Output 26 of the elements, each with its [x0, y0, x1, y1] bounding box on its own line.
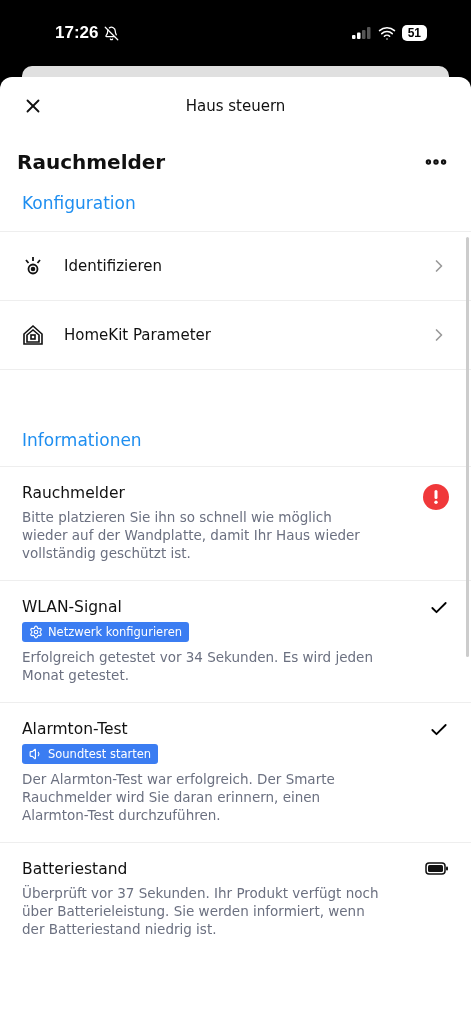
- bell-muted-icon: [104, 25, 120, 41]
- info-text: Der Alarmton-Test war erfolgreich. Der Smarte Rauchmelder wird Sie daran erinnern, einen Alarmton-Test durchzuführen.: [22, 770, 336, 824]
- info-title: WLAN-Signal: [22, 598, 123, 616]
- info-title: Rauchmelder: [22, 484, 126, 502]
- signal-icon: [351, 27, 372, 39]
- info-title: Batteriestand: [22, 860, 129, 878]
- info-title: Alarmton-Test: [22, 720, 129, 738]
- action-button[interactable]: Soundtest starten: [22, 744, 159, 764]
- section-heading: Informationen: [21, 429, 143, 452]
- config-label: Identifizieren: [64, 257, 164, 275]
- device-title: Rauchmelder: [17, 150, 166, 174]
- battery-level: 51: [401, 25, 427, 41]
- wifi-icon: [377, 24, 396, 42]
- section-heading: Konfiguration: [21, 192, 137, 215]
- battery-icon: [425, 862, 449, 875]
- info-text: Bitte platzieren Sie ihn so schnell wie möglich wieder auf der Wandplatte, damit Ihr Haus wieder vollständig geschützt ist.: [22, 508, 361, 562]
- info-text: Erfolgreich getestet vor 34 Sekunden. Es wird jeden Monat getestet.: [22, 648, 374, 684]
- info-text: Überprüft vor 37 Sekunden. Ihr Produkt verfügt noch über Batterieleistung. Sie werden informiert, wenn der Batteriestand niedrig ist.: [22, 884, 380, 938]
- house-icon: [22, 324, 44, 346]
- config-label: HomeKit Parameter: [64, 326, 212, 344]
- nav-title: Haus steuern: [185, 97, 286, 115]
- status-time: 17:26: [55, 23, 99, 43]
- bulb-rays-icon: [22, 255, 44, 277]
- action-button[interactable]: Netzwerk konfigurieren: [22, 622, 189, 642]
- gear-icon: [29, 625, 43, 639]
- error-icon: [423, 484, 449, 510]
